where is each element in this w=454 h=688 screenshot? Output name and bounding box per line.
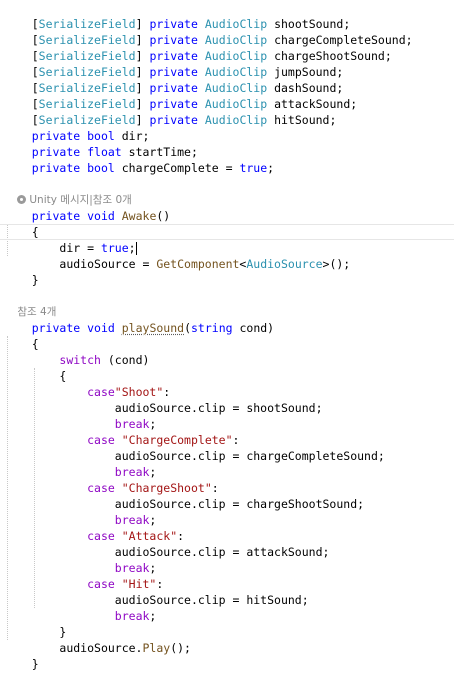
keyword: private — [31, 209, 81, 223]
keyword: private — [31, 161, 81, 175]
code-line-playsound-declaration[interactable]: private void playSound(string cond) — [4, 304, 274, 335]
code-line-field-jump-sound[interactable]: [SerializeField] private AudioClip jumpS… — [4, 48, 344, 79]
code-line-field-charge-shoot-sound[interactable]: [SerializeField] private AudioClip charg… — [4, 32, 392, 63]
code-editor[interactable]: [SerializeField] private AudioClip shoot… — [0, 0, 454, 671]
code-line-play[interactable]: audioSource.Play(); — [4, 624, 191, 655]
code-line-close-brace[interactable]: } — [4, 608, 66, 639]
codelens-references[interactable]: 참조 4개 — [4, 288, 56, 318]
keyword: void — [87, 321, 115, 335]
type-name: AudioClip — [204, 113, 268, 127]
keyword: bool — [87, 161, 115, 175]
code-line-dir-assign[interactable]: dir = true; — [4, 224, 137, 255]
code-line-field-charge-complete[interactable]: private bool chargeComplete = true; — [4, 144, 274, 175]
keyword: private — [31, 321, 81, 335]
code-line-assign-clip[interactable]: audioSource.clip = hitSound; — [4, 576, 309, 607]
method-name: playSound — [121, 321, 185, 335]
code-line-field-charge-complete-sound[interactable]: [SerializeField] private AudioClip charg… — [4, 16, 413, 47]
code-line-assign-clip[interactable]: audioSource.clip = shootSound; — [4, 384, 323, 415]
code-line-break[interactable]: break; — [4, 400, 157, 431]
control-keyword: break — [114, 609, 150, 623]
code-line-field-shoot-sound[interactable]: [SerializeField] private AudioClip shoot… — [4, 0, 351, 31]
code-line-case-hit[interactable]: case "Hit": — [4, 560, 163, 591]
identifier: hitSound; — [267, 113, 337, 127]
code-line-break[interactable]: break; — [4, 544, 157, 575]
code-line-case-attack[interactable]: case "Attack": — [4, 512, 184, 543]
code-line-open-brace[interactable]: { — [4, 208, 39, 239]
code-line-case-charge-complete[interactable]: case "ChargeComplete": — [4, 416, 239, 447]
code-line-field-start-time[interactable]: private float startTime; — [4, 128, 198, 159]
code-line-case-shoot[interactable]: case"Shoot": — [4, 368, 170, 399]
code-line-break[interactable]: break; — [4, 496, 157, 527]
keyword: void — [87, 209, 115, 223]
identifier: chargeComplete = — [114, 161, 240, 175]
method-name: Play — [142, 641, 171, 655]
code-line-assign-clip[interactable]: audioSource.clip = chargeShootSound; — [4, 480, 364, 511]
code-line-case-charge-shoot[interactable]: case "ChargeShoot": — [4, 464, 219, 495]
code-line-field-dir[interactable]: private bool dir; — [4, 112, 150, 143]
type-name: AudioSource — [246, 257, 323, 271]
keyword: string — [191, 321, 233, 335]
code-line-field-attack-sound[interactable]: [SerializeField] private AudioClip attac… — [4, 80, 357, 111]
code-line-get-component[interactable]: audioSource = GetComponent<AudioSource>(… — [4, 240, 350, 271]
code-line-open-brace[interactable]: { — [4, 320, 39, 351]
code-line-awake-declaration[interactable]: private void Awake() — [4, 192, 171, 223]
code-line-close-brace[interactable]: } — [4, 256, 39, 287]
keyword: private — [149, 113, 198, 127]
code-line-field-hit-sound[interactable]: [SerializeField] private AudioClip hitSo… — [4, 96, 337, 127]
code-line-break[interactable]: break; — [4, 448, 157, 479]
code-line-break[interactable]: break; — [4, 592, 157, 623]
keyword: true — [239, 161, 268, 175]
code-line-close-brace[interactable]: } — [4, 640, 39, 671]
code-line-field-dash-sound[interactable]: [SerializeField] private AudioClip dashS… — [4, 64, 344, 95]
codelens-unity-message[interactable]: Unity 메시지|참조 0개 — [4, 176, 132, 206]
code-line-assign-clip[interactable]: audioSource.clip = chargeCompleteSound; — [4, 432, 385, 463]
method-name: Awake — [121, 209, 157, 223]
code-line-switch[interactable]: switch (cond) — [4, 336, 149, 367]
method-name: GetComponent — [156, 257, 240, 271]
code-line-open-brace[interactable]: { — [4, 352, 66, 383]
code-line-assign-clip[interactable]: audioSource.clip = attackSound; — [4, 528, 330, 559]
